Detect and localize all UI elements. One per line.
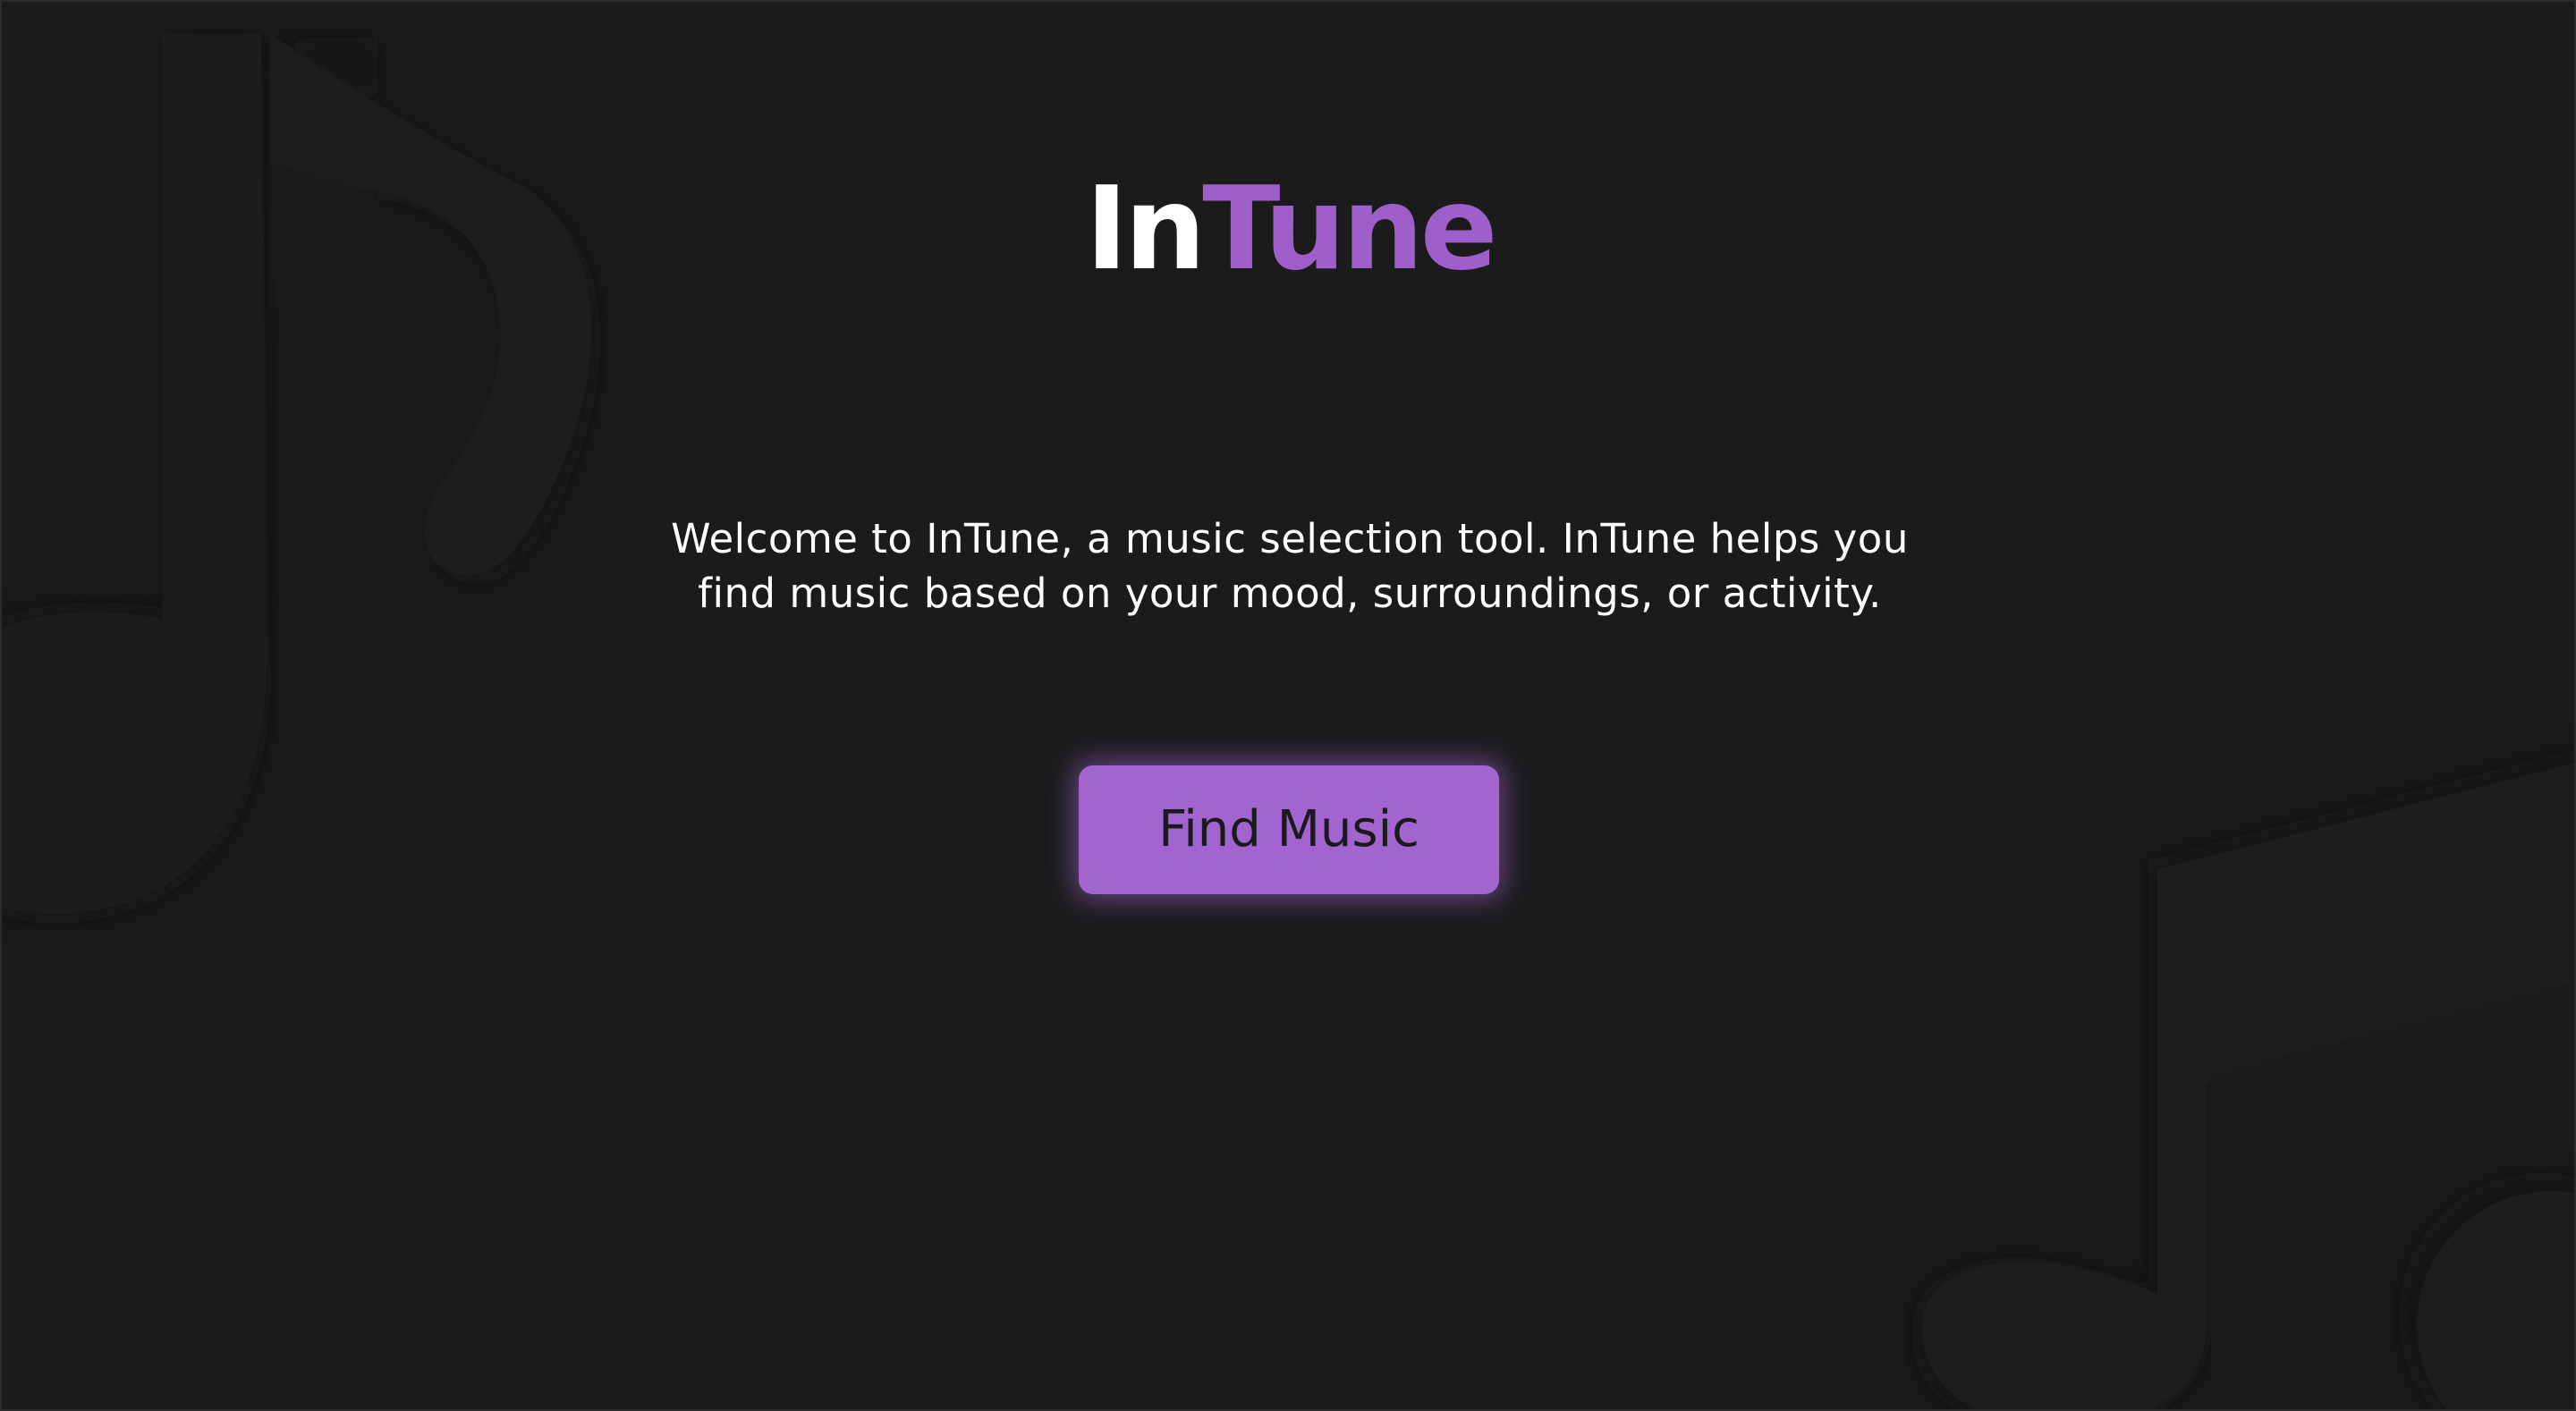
app-logo: InTune — [2, 167, 2574, 292]
welcome-description: Welcome to InTune, a music selection too… — [2, 511, 2574, 621]
welcome-description-line-1: Welcome to InTune, a music selection too… — [671, 515, 1909, 562]
landing-page: InTune Welcome to InTune, a music select… — [0, 0, 2576, 1411]
find-music-button[interactable]: Find Music — [1079, 765, 1499, 894]
logo-text-tune: Tune — [1202, 163, 1497, 296]
logo-text-in: In — [1085, 163, 1206, 296]
welcome-description-line-2: find music based on your mood, surroundi… — [698, 570, 1882, 617]
music-note-icon — [1911, 749, 2574, 1409]
